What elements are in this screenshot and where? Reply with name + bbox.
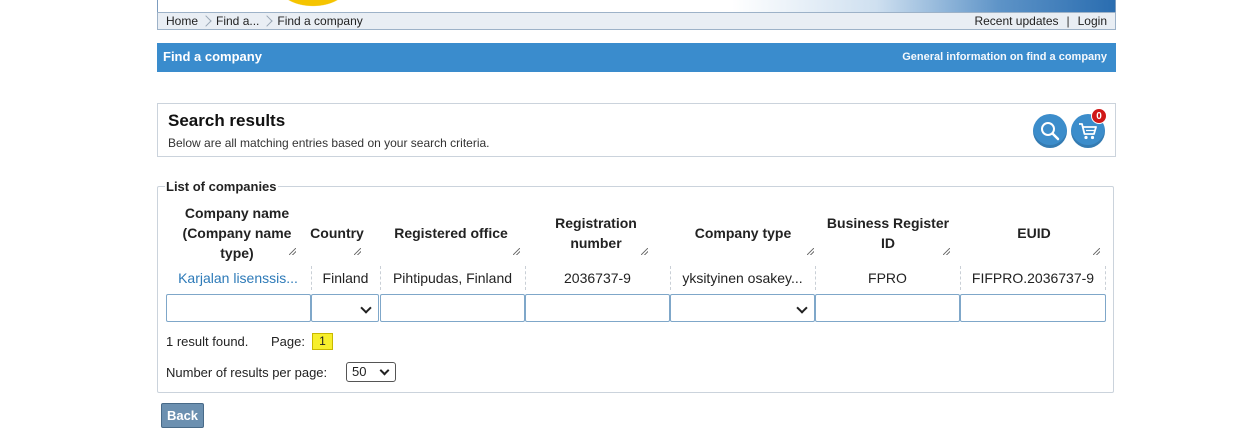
companies-legend: List of companies [166, 179, 277, 194]
resize-handle-icon[interactable] [807, 248, 814, 255]
cell-registration-number: 2036737-9 [525, 266, 669, 290]
search-results-subtext: Below are all matching entries based on … [168, 136, 490, 150]
login-link[interactable]: Login [1078, 14, 1107, 28]
column-header-registered-office[interactable]: Registered office [380, 204, 522, 262]
breadcrumb-home[interactable]: Home [166, 14, 198, 28]
breadcrumb-current: Find a company [277, 14, 363, 28]
page-title-bar: Find a company General information on fi… [157, 43, 1116, 72]
resize-handle-icon[interactable] [289, 248, 296, 255]
column-header-country[interactable]: Country [310, 204, 364, 262]
breadcrumb: Home Find a... Find a company [166, 14, 363, 28]
resize-handle-icon[interactable] [513, 248, 520, 255]
cart-count-badge: 0 [1091, 108, 1107, 124]
link-separator: | [1066, 14, 1070, 28]
column-header-euid[interactable]: EUID [966, 204, 1102, 262]
top-links: Recent updates | Login [974, 14, 1107, 28]
search-button[interactable] [1033, 114, 1067, 148]
column-header-business-register-id[interactable]: Business Register ID [824, 204, 952, 262]
search-icon [1041, 122, 1060, 141]
filter-country-select[interactable] [311, 294, 379, 322]
search-results-heading: Search results [168, 111, 286, 130]
resize-handle-icon[interactable] [943, 248, 950, 255]
column-header-company-type[interactable]: Company type [670, 204, 816, 262]
results-per-page-label: Number of results per page: [166, 365, 328, 380]
general-info-link[interactable]: General information on find a company [902, 51, 1107, 63]
recent-updates-link[interactable]: Recent updates [974, 14, 1058, 28]
resize-handle-icon[interactable] [1093, 248, 1100, 255]
back-button[interactable]: Back [161, 403, 204, 428]
cell-euid: FIFPRO.2036737-9 [960, 266, 1106, 290]
resize-handle-icon[interactable] [641, 248, 648, 255]
resize-handle-icon[interactable] [354, 248, 361, 255]
filter-registered-office-input[interactable] [380, 294, 525, 322]
filter-business-register-id-input[interactable] [815, 294, 960, 322]
filter-company-name-input[interactable] [166, 294, 311, 322]
chevron-right-icon [263, 15, 271, 27]
filter-registration-number-input[interactable] [525, 294, 670, 322]
cart-icon [1079, 123, 1097, 140]
filter-euid-input[interactable] [960, 294, 1106, 322]
column-header-company-name[interactable]: Company name (Company name type) [176, 204, 298, 262]
page-number-current[interactable]: 1 [312, 333, 333, 350]
search-results-panel: Search results Below are all matching en… [157, 103, 1116, 157]
results-per-page-select[interactable]: 50 [346, 362, 396, 382]
cell-country: Finland [311, 266, 379, 290]
breadcrumb-bar: Home Find a... Find a company Recent upd… [157, 12, 1116, 30]
page-label: Page: [271, 334, 305, 349]
result-count: 1 result found. [166, 334, 249, 349]
cell-registered-office: Pihtipudas, Finland [380, 266, 524, 290]
breadcrumb-find[interactable]: Find a... [216, 14, 259, 28]
chevron-right-icon [202, 15, 210, 27]
cell-business-register-id: FPRO [815, 266, 959, 290]
cell-company-type: yksityinen osakey... [670, 266, 814, 290]
page-title: Find a company [163, 49, 262, 64]
cell-company-name: Karjalan lisenssis... [166, 266, 310, 290]
column-header-registration-number[interactable]: Registration number [542, 204, 650, 262]
company-name-link[interactable]: Karjalan lisenssis... [178, 270, 298, 286]
filter-company-type-select[interactable] [670, 294, 815, 322]
